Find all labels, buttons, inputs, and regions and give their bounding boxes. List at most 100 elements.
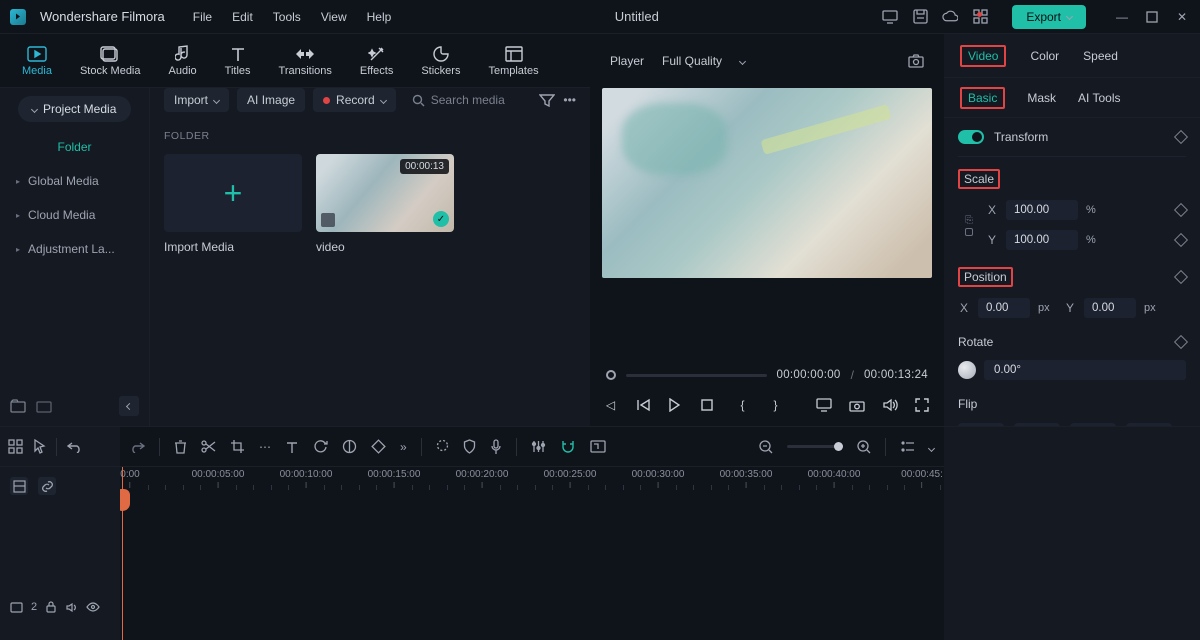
position-x-input[interactable]: 0.00	[978, 298, 1030, 318]
search-input[interactable]: Search media	[404, 88, 532, 112]
export-button[interactable]: Export	[1012, 5, 1086, 29]
tab-stickers[interactable]: Stickers	[411, 41, 470, 81]
crop-icon[interactable]	[230, 439, 245, 454]
position-y-input[interactable]: 0.00	[1084, 298, 1136, 318]
color-icon[interactable]	[342, 439, 357, 454]
speed-icon[interactable]: ⋯	[259, 440, 271, 454]
keyframe-tool-icon[interactable]	[371, 439, 386, 454]
zoom-out-icon[interactable]	[759, 440, 773, 454]
timeline-tracks[interactable]: ▶video	[120, 497, 944, 505]
close-button[interactable]: ✕	[1174, 9, 1190, 25]
tab-audio[interactable]: Audio	[159, 41, 207, 81]
rotate-knob[interactable]	[958, 361, 976, 379]
folder-tab[interactable]: Folder	[0, 130, 149, 164]
menu-view[interactable]: View	[321, 10, 347, 24]
tab-transitions[interactable]: Transitions	[269, 41, 342, 81]
new-bin-icon[interactable]	[36, 399, 52, 413]
quality-select[interactable]: Full Quality	[662, 54, 745, 68]
delete-icon[interactable]	[174, 439, 187, 454]
undo-icon[interactable]	[67, 440, 82, 453]
ratio-icon[interactable]	[590, 440, 606, 453]
tab-effects[interactable]: Effects	[350, 41, 403, 81]
link-icon[interactable]	[38, 477, 56, 495]
inspector-tab-speed[interactable]: Speed	[1083, 49, 1118, 63]
link-xy-icon[interactable]: ⎘	[958, 215, 980, 236]
shield-icon[interactable]	[463, 439, 476, 454]
subtab-ai-tools[interactable]: AI Tools	[1078, 91, 1120, 105]
collapse-sidebar-button[interactable]	[119, 396, 139, 416]
zoom-slider[interactable]	[787, 445, 843, 448]
split-icon[interactable]	[201, 439, 216, 454]
menu-tools[interactable]: Tools	[273, 10, 301, 24]
media-clip-tile[interactable]: 00:00:13 ✓	[316, 154, 454, 232]
scale-x-keyframe[interactable]	[1174, 203, 1188, 217]
select-tool-icon[interactable]	[8, 439, 23, 454]
mixer-icon[interactable]	[531, 439, 546, 454]
cloud-icon[interactable]	[942, 9, 958, 25]
mic-icon[interactable]	[490, 439, 502, 455]
video-track-header[interactable]: 2	[0, 595, 120, 619]
tab-templates[interactable]: Templates	[478, 41, 548, 81]
subtab-mask[interactable]: Mask	[1027, 91, 1056, 105]
fullscreen-icon[interactable]	[915, 398, 932, 412]
tab-media[interactable]: Media	[12, 41, 62, 81]
text-icon[interactable]	[285, 440, 299, 454]
scrub-handle[interactable]	[606, 370, 616, 380]
menu-file[interactable]: File	[193, 10, 212, 24]
import-media-tile[interactable]: +	[164, 154, 302, 232]
maximize-button[interactable]	[1144, 9, 1160, 25]
camera-icon[interactable]	[849, 399, 866, 412]
refresh-icon[interactable]	[313, 439, 328, 454]
ai-image-button[interactable]: AI Image	[237, 88, 305, 112]
display-settings-icon[interactable]	[816, 398, 833, 412]
rotate-keyframe[interactable]	[1174, 335, 1188, 349]
menu-edit[interactable]: Edit	[232, 10, 253, 24]
scale-x-input[interactable]: 100.00	[1006, 200, 1078, 220]
transform-keyframe[interactable]	[1174, 130, 1188, 144]
record-dropdown[interactable]: Record	[313, 88, 396, 112]
scrub-track[interactable]	[626, 374, 767, 377]
mark-in-button[interactable]: {	[734, 398, 751, 412]
timeline-settings-icon[interactable]	[929, 440, 934, 454]
marker-icon[interactable]	[436, 439, 449, 454]
prev-frame-button[interactable]: ◁	[602, 398, 619, 412]
position-keyframe[interactable]	[1174, 270, 1188, 284]
more-tools-icon[interactable]: »	[400, 440, 407, 454]
menu-help[interactable]: Help	[367, 10, 392, 24]
apps-icon[interactable]	[972, 9, 988, 25]
mark-out-button[interactable]: }	[767, 398, 784, 412]
cursor-tool-icon[interactable]	[33, 439, 46, 454]
minimize-button[interactable]: —	[1114, 9, 1130, 25]
visibility-icon[interactable]	[86, 602, 100, 612]
new-folder-icon[interactable]	[10, 399, 26, 413]
view-options-icon[interactable]	[900, 440, 915, 453]
timeline-layout-icon[interactable]	[10, 477, 28, 495]
tab-titles[interactable]: Titles	[215, 41, 261, 81]
volume-icon[interactable]	[882, 398, 899, 412]
timeline-ruler[interactable]: 0:0000:00:05:0000:00:10:0000:00:15:0000:…	[120, 467, 944, 497]
snapshot-icon[interactable]	[908, 53, 924, 69]
rotate-input[interactable]: 0.00°	[984, 360, 1186, 380]
inspector-tab-video[interactable]: Video	[960, 45, 1006, 67]
save-icon[interactable]	[912, 9, 928, 25]
project-media-dropdown[interactable]: Project Media	[18, 96, 131, 122]
video-preview[interactable]	[602, 88, 932, 278]
mute-icon[interactable]	[65, 602, 78, 613]
inspector-tab-color[interactable]: Color	[1030, 49, 1059, 63]
scale-y-input[interactable]: 100.00	[1006, 230, 1078, 250]
import-dropdown[interactable]: Import	[164, 88, 229, 112]
sidebar-item-adjustment-layers[interactable]: ▸Adjustment La...	[8, 232, 141, 266]
playhead[interactable]	[122, 467, 123, 640]
tab-stock-media[interactable]: Stock Media	[70, 41, 151, 81]
scale-y-keyframe[interactable]	[1174, 233, 1188, 247]
play-backward-button[interactable]	[635, 398, 652, 412]
transform-toggle[interactable]	[958, 130, 984, 144]
device-icon[interactable]	[882, 9, 898, 25]
filter-icon[interactable]	[539, 93, 555, 107]
zoom-in-icon[interactable]	[857, 440, 871, 454]
play-button[interactable]	[668, 398, 685, 412]
sidebar-item-cloud-media[interactable]: ▸Cloud Media	[8, 198, 141, 232]
lock-icon[interactable]	[45, 601, 57, 613]
subtab-basic[interactable]: Basic	[960, 87, 1005, 109]
magnet-icon[interactable]	[560, 439, 576, 454]
